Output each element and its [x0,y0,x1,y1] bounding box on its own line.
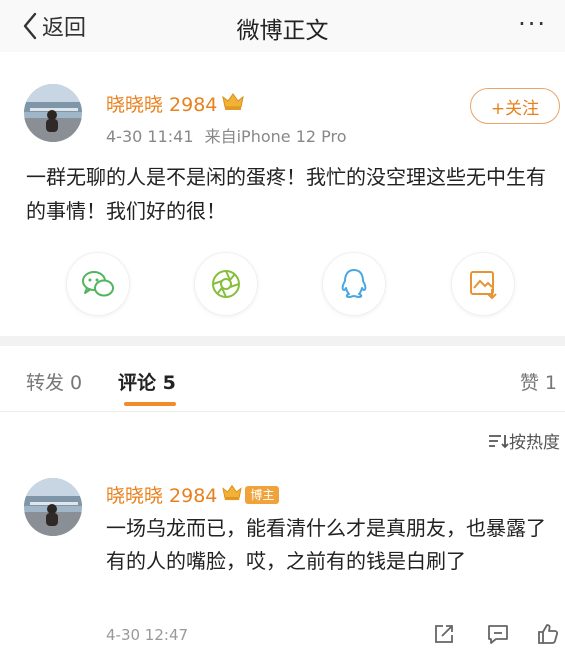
share-wechat-button[interactable] [66,252,130,316]
post-meta: 4-30 11:41 来自iPhone 12 Pro [106,123,347,147]
share-icon [435,625,453,643]
moments-icon [212,270,240,298]
post-author-name[interactable]: 晓晓晓 2984 [106,90,245,117]
tab-repost[interactable]: 转发 0 [26,368,82,395]
comment-reply-button[interactable] [486,622,510,650]
avatar[interactable] [24,84,82,142]
vip-crown-icon [221,91,245,116]
top-nav-bar: 返回 微博正文 ··· [0,0,565,52]
save-image-icon [470,271,497,300]
qq-icon [341,269,367,298]
post-time: 4-30 11:41 [106,127,194,146]
sort-icon [489,434,509,448]
section-divider [0,336,565,346]
vip-crown-icon [221,483,243,506]
comment-time: 4-30 12:47 [106,626,189,644]
more-icon[interactable]: ··· [518,10,547,38]
save-image-button[interactable] [451,252,515,316]
username-text: 晓晓晓 2984 [106,94,218,116]
comment-content: 一场乌龙而已，能看清什么才是真朋友，也暴露了有的人的嘴脸，哎，之前有的钱是白刷了 [106,516,546,573]
active-tab-indicator [124,402,176,406]
comment-author-name[interactable]: 晓晓晓 2984 博主 [106,481,280,508]
follow-button[interactable]: +关注 [470,88,560,124]
post-source: 来自iPhone 12 Pro [204,127,347,146]
username-text: 晓晓晓 2984 [106,485,218,507]
comment-avatar[interactable] [24,478,82,536]
tab-like[interactable]: 赞 1 [520,368,557,395]
tabs-divider [0,411,565,412]
author-badge: 博主 [245,485,280,504]
comment-icon [488,625,508,644]
sort-label: 按热度 [509,433,560,453]
comment-like-button[interactable] [536,622,560,650]
share-moments-button[interactable] [194,252,258,316]
comment-share-button[interactable] [432,622,456,650]
post-content: 一群无聊的人是不是闲的蛋疼！我忙的没空理这些无中生有的事情！我们好的很！ [26,165,546,223]
share-qq-button[interactable] [322,252,386,316]
wechat-icon [82,271,114,297]
thumbs-up-icon [538,624,559,644]
tab-comment[interactable]: 评论 5 [118,368,176,395]
page-title: 微博正文 [236,18,329,44]
sort-by-hot-button[interactable]: 按热度 [487,428,560,453]
